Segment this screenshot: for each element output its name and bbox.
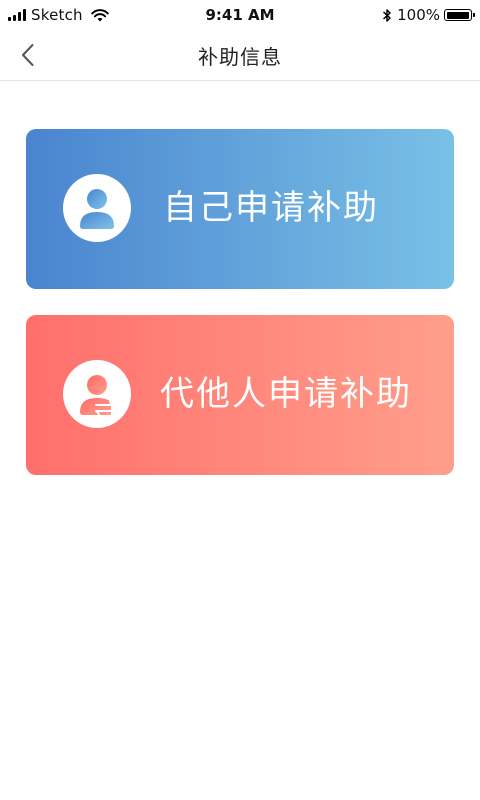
- person-icon: [80, 189, 114, 229]
- apply-for-others-label: 代他人申请补助: [160, 374, 412, 414]
- status-bar: Sketch 9:41 AM 100%: [0, 0, 480, 30]
- battery-percentage: 100%: [397, 6, 440, 24]
- bluetooth-icon: [383, 8, 391, 22]
- self-apply-card[interactable]: 自己申请补助: [26, 129, 454, 289]
- status-bar-right: 100%: [382, 6, 475, 24]
- person-transfer-icon: [80, 375, 114, 415]
- battery-icon: [444, 9, 475, 21]
- self-apply-label: 自己申请补助: [163, 188, 379, 228]
- page-title: 补助信息: [198, 45, 282, 69]
- apply-for-others-card[interactable]: 代他人申请补助: [26, 315, 454, 475]
- other-avatar: [63, 360, 131, 428]
- navigation-bar: 补助信息: [0, 30, 480, 81]
- self-avatar: [63, 174, 131, 242]
- battery-cap: [473, 13, 475, 17]
- battery-level: [446, 11, 469, 19]
